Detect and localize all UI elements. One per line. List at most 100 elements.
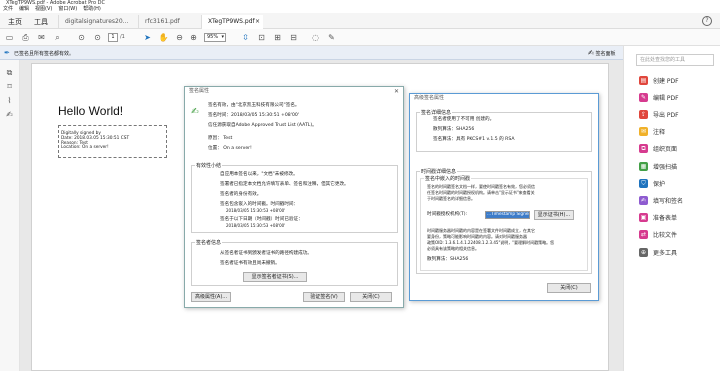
menu-bar: 文件 编辑 视图(V) 窗口(W) 帮助(H) [0,6,720,13]
dialog-title: 签名属性 [189,88,210,94]
validity-summary-legend: 有效性小结 [195,162,223,169]
prev-page-icon[interactable]: ⊙ [76,32,87,43]
page-number-input[interactable]: 1 [108,33,118,42]
tool-item-label: 组织页面 [653,146,678,154]
timestamp-text-2: 任签名时间戳的时间戳授权机构。请单击"显示证书"来查看关 [427,190,535,195]
zoom-out-icon[interactable]: ⊖ [174,32,185,43]
timestamp-text-1: 签名的时间戳签名文档一样，要使时间戳签名有效，您必须信 [427,184,535,189]
tool-search-input[interactable]: 在此处查找您的工具 [636,54,714,66]
show-signer-certificate-button[interactable]: 显示签名者证书(S)... [243,272,307,282]
attachments-icon[interactable]: ⌇ [4,96,15,107]
signatures-icon[interactable]: ✍ [4,110,15,121]
tab-bar: 主页 工具 digitalsignatures20... rfc3161.pdf… [0,13,720,29]
save-icon[interactable]: ▭ [4,32,15,43]
tool-item[interactable]: ⛉ 保护 [639,177,665,189]
tool-item[interactable]: ⇪ 导出 PDF [639,108,679,120]
sig-trust-source: 信任源获取自Adobe Approved Trust List (AATL)。 [208,123,317,128]
edit-pdf-icon: ✎ [639,92,648,102]
comment-icon: ✉ [639,127,648,137]
tab-doc-2-label: rfc3161.pdf [145,18,180,25]
create-pdf-icon: ▤ [639,75,648,85]
advanced-signature-properties-dialog: 高级签名属性 签名详细信息 签名者使用了不可用 创建的。 散列算法：SHA256… [409,93,599,301]
tool-item[interactable]: ✎ 编辑 PDF [639,91,679,103]
tab-doc-3-label: XTegTP9WS.pdf [208,18,255,25]
menu-window[interactable]: 窗口(W) [58,6,77,13]
email-icon[interactable]: ✉ [36,32,47,43]
signature-details-legend: 签名详细信息 [420,109,453,116]
timestamp-hash: 散列算法：SHA256 [427,257,469,262]
page-thumbnails-icon[interactable]: ⧉ [4,68,15,79]
tool-item[interactable]: ⇄ 比较文件 [639,229,677,241]
signature-panel-icon: ✍ [588,49,594,57]
next-page-icon[interactable]: ⊙ [92,32,103,43]
comment-icon[interactable]: ◌ [310,32,321,43]
tool-item[interactable]: ⧉ 组织页面 [639,143,677,155]
fullscreen-icon[interactable]: ⊞ [272,32,283,43]
tab-doc-1[interactable]: digitalsignatures20... [58,15,138,29]
tab-tools[interactable]: 工具 [28,15,54,29]
select-tool-icon[interactable]: ➤ [142,32,153,43]
tool-item-label: 保护 [653,180,666,188]
menu-view[interactable]: 视图(V) [35,6,52,13]
tool-item[interactable]: ▣ 准备表单 [639,212,677,224]
advanced-dialog-title: 高级签名属性 [414,95,445,101]
show-certificate-button[interactable]: 显示证书(H)... [534,210,574,220]
tool-item[interactable]: ▤ 创建 PDF [639,74,679,86]
more-tools-icon: ⊕ [639,247,648,257]
tab-doc-3[interactable]: XTegTP9WS.pdf × [201,15,263,29]
validity-line-4b: 2018/03/05 15:30:53 +08'00' [226,208,286,213]
toolbar: ▭ ⎙ ✉ ⌕ ⊙ ⊙ 1 /1 ➤ ✋ ⊖ ⊕ 95% ▾ ⇳ ⊡ ⊞ ⊟ ◌ … [0,29,720,46]
close-tab-icon[interactable]: × [255,15,260,29]
prepare-form-icon: ▣ [639,213,648,223]
tool-item[interactable]: ✍ 填写和签名 [639,194,683,206]
page-display-icon[interactable]: ⊟ [288,32,299,43]
menu-help[interactable]: 帮助(H) [83,6,101,13]
timestamp-details-group: 时间戳详细信息 签名中嵌入的时间戳 签名的时间戳签名文档一样，要使时间戳签名有效… [416,168,592,274]
hand-tool-icon[interactable]: ✋ [158,32,169,43]
search-icon[interactable]: ⌕ [52,32,63,43]
fill-sign-icon: ✍ [639,195,648,205]
tool-item[interactable]: ⊕ 更多工具 [639,246,677,258]
fit-page-icon[interactable]: ⇳ [240,32,251,43]
highlight-pen-icon[interactable]: ✎ [326,32,337,43]
fit-width-icon[interactable]: ⊡ [256,32,267,43]
export-pdf-icon: ⇪ [639,109,648,119]
tool-item[interactable]: ▦ 增强扫描 [639,160,677,172]
help-icon[interactable]: ? [702,16,712,26]
timestamp-policy-1: 时间戳服务器时间戳的内容是在签署文件时间戳成立，在其它 [427,228,535,233]
tab-doc-1-label: digitalsignatures20... [65,18,129,25]
details-line-2: 散列算法：SHA256 [433,127,475,132]
signer-info-line-2: 签名者证书有效且尚未撤销。 [220,261,280,266]
validity-line-3: 签名者的身份有效。 [220,192,262,197]
signature-panel-button[interactable]: ✍ 签名面板 [588,48,615,58]
signature-field[interactable]: Digitally signed by Date: 2018.03.05 15:… [58,125,167,158]
close-dialog-icon[interactable]: ✕ [394,88,399,95]
menu-file[interactable]: 文件 [3,6,13,13]
stamp-line-4: Location: On a server! [61,145,109,151]
advanced-properties-button[interactable]: 高级属性(A)... [191,292,231,302]
menu-edit[interactable]: 编辑 [19,6,29,13]
tsa-field[interactable]: ...Timestamp Signer [485,211,530,219]
sig-summary: 签名有效，由"北京凯玉科技有限公司"签名。 [208,103,300,108]
validity-summary-group: 有效性小结 自应用本签名以来，"文档"未被修改。 签署者已指定本文档允许填写表单… [191,162,398,233]
signature-status-bar: ✒ 已签名且所有签名都有效。 ✍ 签名面板 [0,46,623,60]
signer-info-group: 签名者信息 从签名者证书到颁发者证书的路径构建成功。 签名者证书有效且尚未撤销。… [191,239,398,286]
tool-item-label: 更多工具 [653,249,678,257]
validity-line-1: 自应用本签名以来，"文档"未被修改。 [220,172,298,177]
tool-item[interactable]: ✉ 注释 [639,126,665,138]
sig-time: 签名时间：2018/03/05 15:30:51 +08'00' [208,113,300,118]
tool-item-label: 创建 PDF [653,77,679,85]
tool-item-label: 编辑 PDF [653,94,679,102]
advanced-close-button[interactable]: 关闭(C) [547,283,591,293]
tab-home[interactable]: 主页 [2,15,28,29]
details-line-3: 签名算法：具有 PKCS#1 v.1.5 的 RSA [433,137,515,142]
bookmarks-icon[interactable]: ⌑ [4,82,15,93]
tool-item-label: 导出 PDF [653,111,679,119]
zoom-value: 95% [207,34,219,40]
embedded-timestamp-group: 签名中嵌入的时间戳 签名的时间戳签名文档一样，要使时间戳签名有效，您必须信 任签… [420,175,588,271]
verify-signature-button[interactable]: 验证签名(V) [303,292,345,302]
zoom-in-icon[interactable]: ⊕ [188,32,199,43]
close-button[interactable]: 关闭(C) [350,292,392,302]
zoom-select[interactable]: 95% ▾ [204,33,226,42]
print-icon[interactable]: ⎙ [20,32,31,43]
